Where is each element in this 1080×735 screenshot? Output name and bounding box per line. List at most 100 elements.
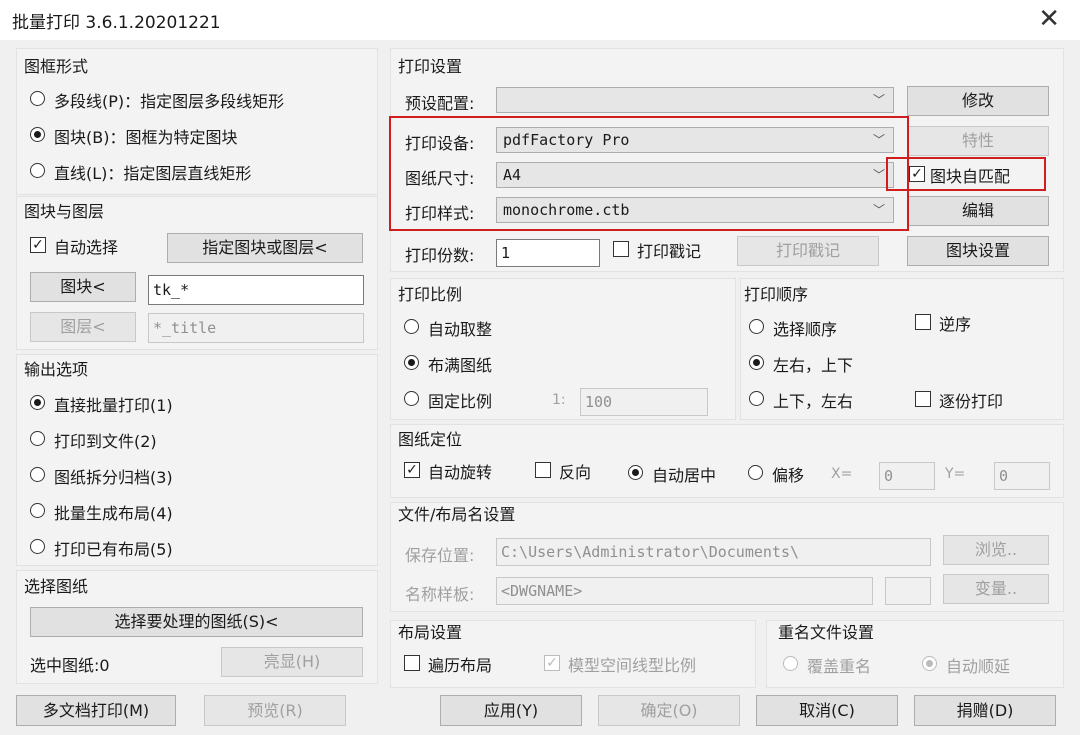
- auto-select-checkbox[interactable]: ✓: [30, 237, 46, 253]
- model-space-ltscale-label: 模型空间线型比例: [568, 656, 697, 675]
- name-template-input[interactable]: <DWGNAME>: [496, 577, 873, 605]
- scale-fixed-label: 固定比例: [428, 392, 493, 411]
- specify-block-layer-button[interactable]: 指定图块或图层<: [167, 233, 363, 263]
- properties-button[interactable]: 特性: [907, 126, 1049, 156]
- frame-line-radio[interactable]: [30, 163, 45, 178]
- layer-pick-button[interactable]: 图层<: [30, 312, 136, 342]
- frame-block-radio[interactable]: [30, 127, 45, 142]
- print-stamp-checkbox[interactable]: [613, 241, 629, 257]
- output-split-archive-label: 图纸拆分归档(3): [54, 468, 173, 487]
- order-tb-lr-radio[interactable]: [749, 391, 764, 406]
- auto-center-label: 自动居中: [652, 466, 717, 485]
- offset-y-label: Y=: [945, 466, 966, 482]
- output-direct-print-label: 直接批量打印(1): [54, 396, 173, 415]
- window-title: 批量打印 3.6.1.20201221: [12, 13, 221, 33]
- scale-ratio-prefix: 1:: [552, 392, 566, 408]
- donate-button[interactable]: 捐赠(D): [914, 695, 1056, 726]
- order-selection-label: 选择顺序: [773, 320, 838, 339]
- scale-fit-paper-label: 布满图纸: [428, 356, 493, 375]
- name-template-extra-input[interactable]: [885, 577, 931, 605]
- collate-label: 逐份打印: [939, 392, 1004, 411]
- offset-radio[interactable]: [748, 465, 763, 480]
- scale-auto-round-radio[interactable]: [404, 319, 419, 334]
- traverse-layout-label: 遍历布局: [428, 656, 493, 675]
- offset-y-input[interactable]: 0: [994, 462, 1050, 490]
- reverse-checkbox[interactable]: [535, 462, 551, 478]
- layer-name-input[interactable]: *_title: [148, 313, 364, 343]
- scale-ratio-input[interactable]: 100: [580, 388, 708, 416]
- frame-polyline-label: 多段线(P)：指定图层多段线矩形: [54, 92, 285, 111]
- order-selection-radio[interactable]: [749, 319, 764, 334]
- traverse-layout-checkbox[interactable]: [404, 655, 420, 671]
- auto-center-radio[interactable]: [628, 465, 643, 480]
- frame-line-label: 直线(L)：指定图层直线矩形: [54, 164, 252, 183]
- frame-block-label: 图块(B)：图框为特定图块: [54, 128, 238, 147]
- print-stamp-label: 打印戳记: [637, 242, 702, 261]
- select-drawings-button[interactable]: 选择要处理的图纸(S)<: [30, 607, 363, 637]
- frame-polyline-radio[interactable]: [30, 91, 45, 106]
- modify-button[interactable]: 修改: [907, 86, 1049, 116]
- preview-button[interactable]: 预览(R): [204, 695, 346, 726]
- duplicate-name-title: 重名文件设置: [778, 623, 875, 642]
- print-scale-title: 打印比例: [398, 285, 463, 304]
- model-space-ltscale-checkbox[interactable]: ✓: [544, 655, 560, 671]
- multi-document-print-button[interactable]: 多文档打印(M): [16, 695, 176, 726]
- frame-form-title: 图框形式: [24, 57, 89, 76]
- order-tb-lr-label: 上下，左右: [773, 392, 854, 411]
- block-name-input[interactable]: tk_*: [148, 275, 364, 305]
- reverse-label: 反向: [559, 463, 592, 482]
- close-icon[interactable]: ✕: [1038, 4, 1060, 34]
- variable-button[interactable]: 变量..: [943, 574, 1049, 604]
- overwrite-label: 覆盖重名: [807, 657, 872, 676]
- select-drawing-title: 选择图纸: [24, 577, 89, 596]
- name-template-label: 名称样板:: [405, 585, 475, 604]
- selected-count-label: 选中图纸:0: [30, 656, 110, 675]
- browse-button[interactable]: 浏览..: [943, 535, 1049, 565]
- copies-input[interactable]: 1: [496, 239, 600, 267]
- file-naming-title: 文件/布局名设置: [398, 505, 516, 524]
- order-lr-tb-radio[interactable]: [749, 355, 764, 370]
- output-generate-layout-radio[interactable]: [30, 503, 45, 518]
- save-location-input[interactable]: C:\Users\Administrator\Documents\: [496, 538, 931, 566]
- scale-fixed-radio[interactable]: [404, 391, 419, 406]
- print-order-title: 打印顺序: [744, 285, 809, 304]
- output-split-archive-radio[interactable]: [30, 467, 45, 482]
- paper-position-title: 图纸定位: [398, 430, 463, 449]
- ok-button[interactable]: 确定(O): [598, 695, 740, 726]
- layout-settings-title: 布局设置: [398, 623, 463, 642]
- block-layer-title: 图块与图层: [24, 202, 105, 221]
- auto-increment-label: 自动顺延: [946, 657, 1011, 676]
- collate-checkbox[interactable]: [915, 391, 931, 407]
- output-direct-print-radio[interactable]: [30, 395, 45, 410]
- chevron-down-icon: ﹀: [872, 93, 885, 107]
- auto-rotate-checkbox[interactable]: ✓: [404, 462, 420, 478]
- auto-increment-radio[interactable]: [922, 656, 937, 671]
- output-print-to-file-radio[interactable]: [30, 431, 45, 446]
- offset-x-input[interactable]: 0: [879, 462, 935, 490]
- highlight-box-auto-match: [886, 157, 1046, 191]
- save-location-label: 保存位置:: [405, 546, 475, 565]
- scale-auto-round-label: 自动取整: [428, 320, 493, 339]
- preset-label: 预设配置:: [405, 94, 475, 113]
- apply-button[interactable]: 应用(Y): [440, 695, 582, 726]
- block-pick-button[interactable]: 图块<: [30, 272, 136, 302]
- preset-select[interactable]: ﹀: [496, 87, 894, 113]
- order-lr-tb-label: 左右，上下: [773, 356, 854, 375]
- edit-button[interactable]: 编辑: [907, 196, 1049, 226]
- copies-label: 打印份数:: [405, 246, 475, 265]
- cancel-button[interactable]: 取消(C): [756, 695, 898, 726]
- offset-label: 偏移: [772, 466, 805, 485]
- highlight-box-print-settings: [389, 116, 909, 231]
- overwrite-radio[interactable]: [783, 656, 798, 671]
- output-existing-layout-label: 打印已有布局(5): [54, 540, 173, 559]
- reverse-order-checkbox[interactable]: [915, 314, 931, 330]
- highlight-button[interactable]: 亮显(H): [221, 647, 363, 677]
- print-stamp-button[interactable]: 打印戳记: [737, 236, 879, 266]
- scale-fit-paper-radio[interactable]: [404, 355, 419, 370]
- output-generate-layout-label: 批量生成布局(4): [54, 504, 173, 523]
- block-settings-button[interactable]: 图块设置: [907, 236, 1049, 266]
- reverse-order-label: 逆序: [939, 315, 972, 334]
- output-existing-layout-radio[interactable]: [30, 539, 45, 554]
- output-options-group: [16, 354, 378, 566]
- offset-x-label: X=: [831, 466, 853, 482]
